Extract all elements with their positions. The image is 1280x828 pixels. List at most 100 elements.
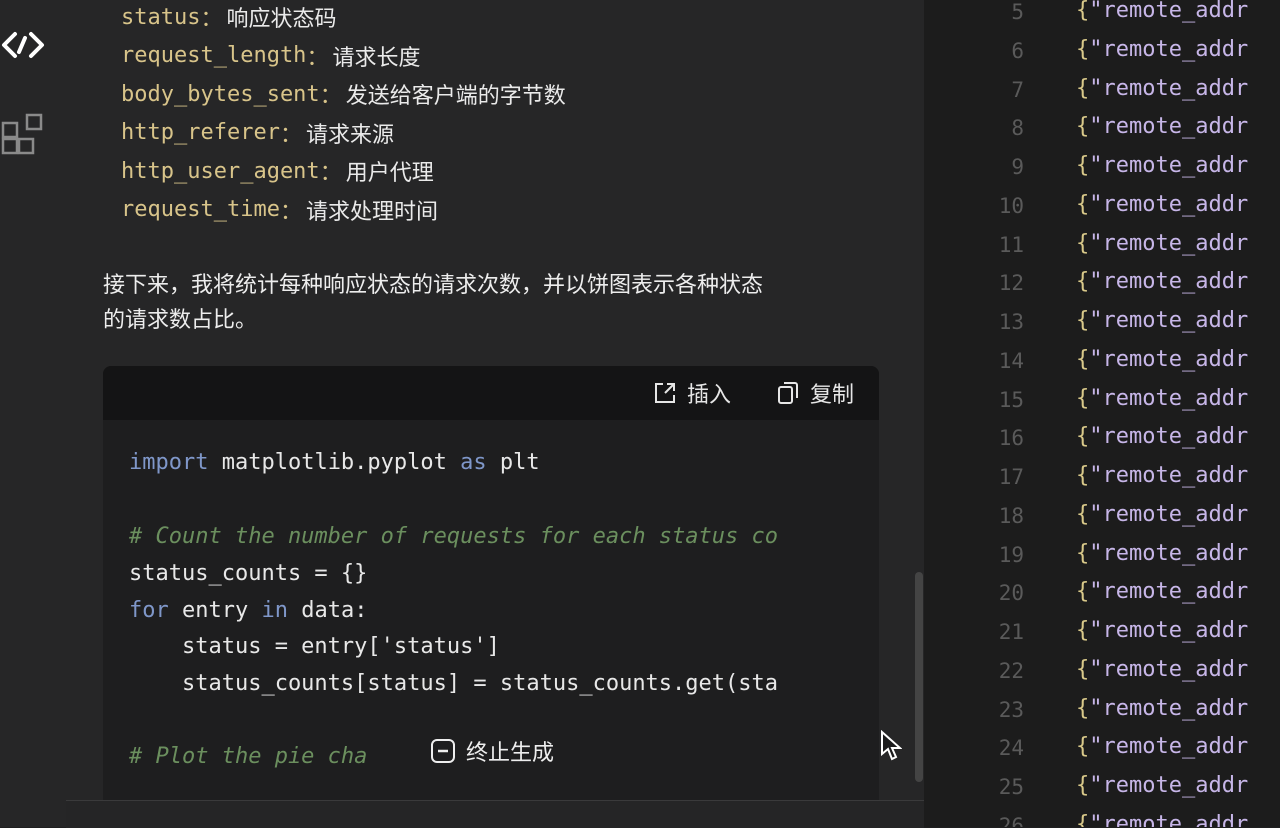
editor-line[interactable]: 16 {"remote_addr	[924, 422, 1280, 461]
line-number: 11	[998, 232, 1024, 257]
field-separator: ：	[279, 122, 302, 148]
editor-line[interactable]: 8 {"remote_addr	[924, 112, 1280, 151]
chat-scrollbar[interactable]	[915, 572, 923, 782]
editor-line[interactable]: 25 {"remote_addr	[924, 771, 1280, 810]
code-editor[interactable]: 5 {"remote_addr 6 {"remote_addr 7 {"remote_ad…	[924, 0, 1280, 827]
line-number: 12	[998, 271, 1024, 296]
line-number: 24	[998, 736, 1024, 761]
code-line: status = entry['status']	[129, 634, 500, 659]
line-content: {"remote_addr	[1076, 734, 1249, 760]
code-line: status_counts = {}	[129, 561, 368, 586]
field-desc: 发送给客户端的字节数	[345, 84, 566, 110]
code-comment: # Count the number of requests for each …	[129, 524, 779, 549]
code-keyword: in	[261, 598, 288, 623]
line-number: 14	[998, 348, 1024, 373]
editor-line[interactable]: 10 {"remote_addr	[924, 190, 1280, 229]
code-keyword: as	[460, 450, 487, 475]
editor-line[interactable]: 21 {"remote_addr	[924, 616, 1280, 655]
editor-line[interactable]: 18 {"remote_addr	[924, 500, 1280, 539]
assistant-message: 接下来，我将统计每种响应状态的请求次数，并以饼图表示各种状态 的请求数占比。	[103, 268, 893, 338]
line-content: {"remote_addr	[1076, 191, 1249, 217]
activity-bar	[0, 0, 66, 827]
field-row: http_user_agent：用户代理	[121, 152, 566, 191]
editor-line[interactable]: 20 {"remote_addr	[924, 577, 1280, 616]
insert-button[interactable]: 插入	[653, 378, 731, 408]
extensions-icon[interactable]	[0, 112, 46, 158]
line-content: {"remote_addr	[1076, 308, 1249, 333]
editor-line[interactable]: 5 {"remote_addr	[924, 0, 1280, 35]
field-row: http_referer：请求来源	[121, 114, 566, 153]
stop-generation-button[interactable]: 终止生成	[426, 735, 559, 767]
message-line: 接下来，我将统计每种响应状态的请求次数，并以饼图表示各种状态	[103, 273, 764, 298]
editor-line[interactable]: 22 {"remote_addr	[924, 655, 1280, 694]
line-content: {"remote_addr	[1076, 36, 1249, 62]
editor-line[interactable]: 13 {"remote_addr	[924, 306, 1280, 345]
stop-label: 终止生成	[466, 741, 555, 766]
field-row: body_bytes_sent：发送给客户端的字节数	[121, 75, 566, 114]
field-key: body_bytes_sent	[121, 81, 320, 107]
editor-line[interactable]: 14 {"remote_addr	[924, 345, 1280, 384]
line-number: 22	[998, 658, 1024, 683]
field-desc: 响应状态码	[226, 7, 337, 33]
line-number: 8	[1011, 116, 1024, 141]
editor-line[interactable]: 15 {"remote_addr	[924, 384, 1280, 423]
line-content: {"remote_addr	[1076, 114, 1249, 140]
field-row: request_length：请求长度	[121, 37, 566, 76]
field-description-list: ......... status：响应状态码 request_length：请求…	[121, 0, 566, 229]
field-separator: ：	[200, 7, 223, 33]
line-content: {"remote_addr	[1076, 540, 1249, 566]
editor-line[interactable]: 26 {"remote_addr	[924, 810, 1280, 827]
code-text: matplotlib.pyplot	[208, 450, 461, 475]
editor-line[interactable]: 17 {"remote_addr	[924, 461, 1280, 500]
field-desc: 请求长度	[332, 45, 421, 71]
field-desc: 请求处理时间	[305, 199, 438, 225]
insert-icon	[655, 383, 675, 403]
line-number: 25	[998, 775, 1024, 799]
code-keyword: for	[129, 598, 169, 623]
editor-line[interactable]: 9 {"remote_addr	[924, 151, 1280, 190]
line-content: {"remote_addr	[1076, 773, 1249, 798]
editor-line[interactable]: 23 {"remote_addr	[924, 694, 1280, 733]
field-key: request_length	[121, 43, 307, 69]
line-content: {"remote_addr	[1076, 385, 1249, 411]
line-content: {"remote_addr	[1076, 153, 1249, 178]
line-number: 21	[998, 620, 1024, 644]
field-key: request_time	[121, 197, 280, 223]
field-separator: ：	[279, 199, 302, 225]
field-desc: 用户代理	[345, 161, 434, 187]
editor-line[interactable]: 24 {"remote_addr	[924, 732, 1280, 771]
editor-line[interactable]: 7 {"remote_addr	[924, 74, 1280, 113]
line-content: {"remote_addr	[1076, 346, 1249, 372]
line-number: 18	[998, 503, 1024, 528]
copy-button[interactable]: 复制	[776, 378, 854, 408]
line-number: 9	[1011, 155, 1024, 179]
editor-line[interactable]: 12 {"remote_addr	[924, 267, 1280, 306]
code-line: status_counts[status] = status_counts.ge…	[129, 671, 779, 696]
editor-line[interactable]: 11 {"remote_addr	[924, 229, 1280, 268]
editor-line[interactable]: 6 {"remote_addr	[924, 35, 1280, 74]
line-content: {"remote_addr	[1076, 75, 1249, 101]
field-row: status：响应状态码	[121, 0, 566, 37]
line-content: {"remote_addr	[1076, 579, 1249, 605]
line-content: {"remote_addr	[1076, 618, 1249, 643]
code-block-header: 插入 复制	[103, 366, 879, 420]
code-text: data:	[287, 598, 368, 623]
code-keyword: import	[129, 450, 209, 475]
field-separator: ：	[319, 84, 342, 110]
line-content: {"remote_addr	[1076, 463, 1249, 488]
editor-line[interactable]: 19 {"remote_addr	[924, 539, 1280, 578]
line-number: 13	[998, 310, 1024, 334]
line-number: 6	[1011, 38, 1024, 63]
line-number: 5	[1011, 0, 1024, 24]
line-number: 26	[998, 813, 1024, 827]
line-number: 10	[998, 193, 1024, 218]
insert-label: 插入	[687, 383, 732, 408]
line-content: {"remote_addr	[1076, 656, 1249, 682]
chat-input-area[interactable]	[66, 800, 924, 828]
copy-label: 复制	[810, 383, 855, 408]
line-number: 20	[998, 581, 1024, 606]
line-content: {"remote_addr	[1076, 501, 1249, 527]
line-content: {"remote_addr	[1076, 0, 1249, 23]
code-assistant-icon[interactable]	[0, 22, 46, 68]
code-line: for entry in data:	[129, 598, 367, 623]
